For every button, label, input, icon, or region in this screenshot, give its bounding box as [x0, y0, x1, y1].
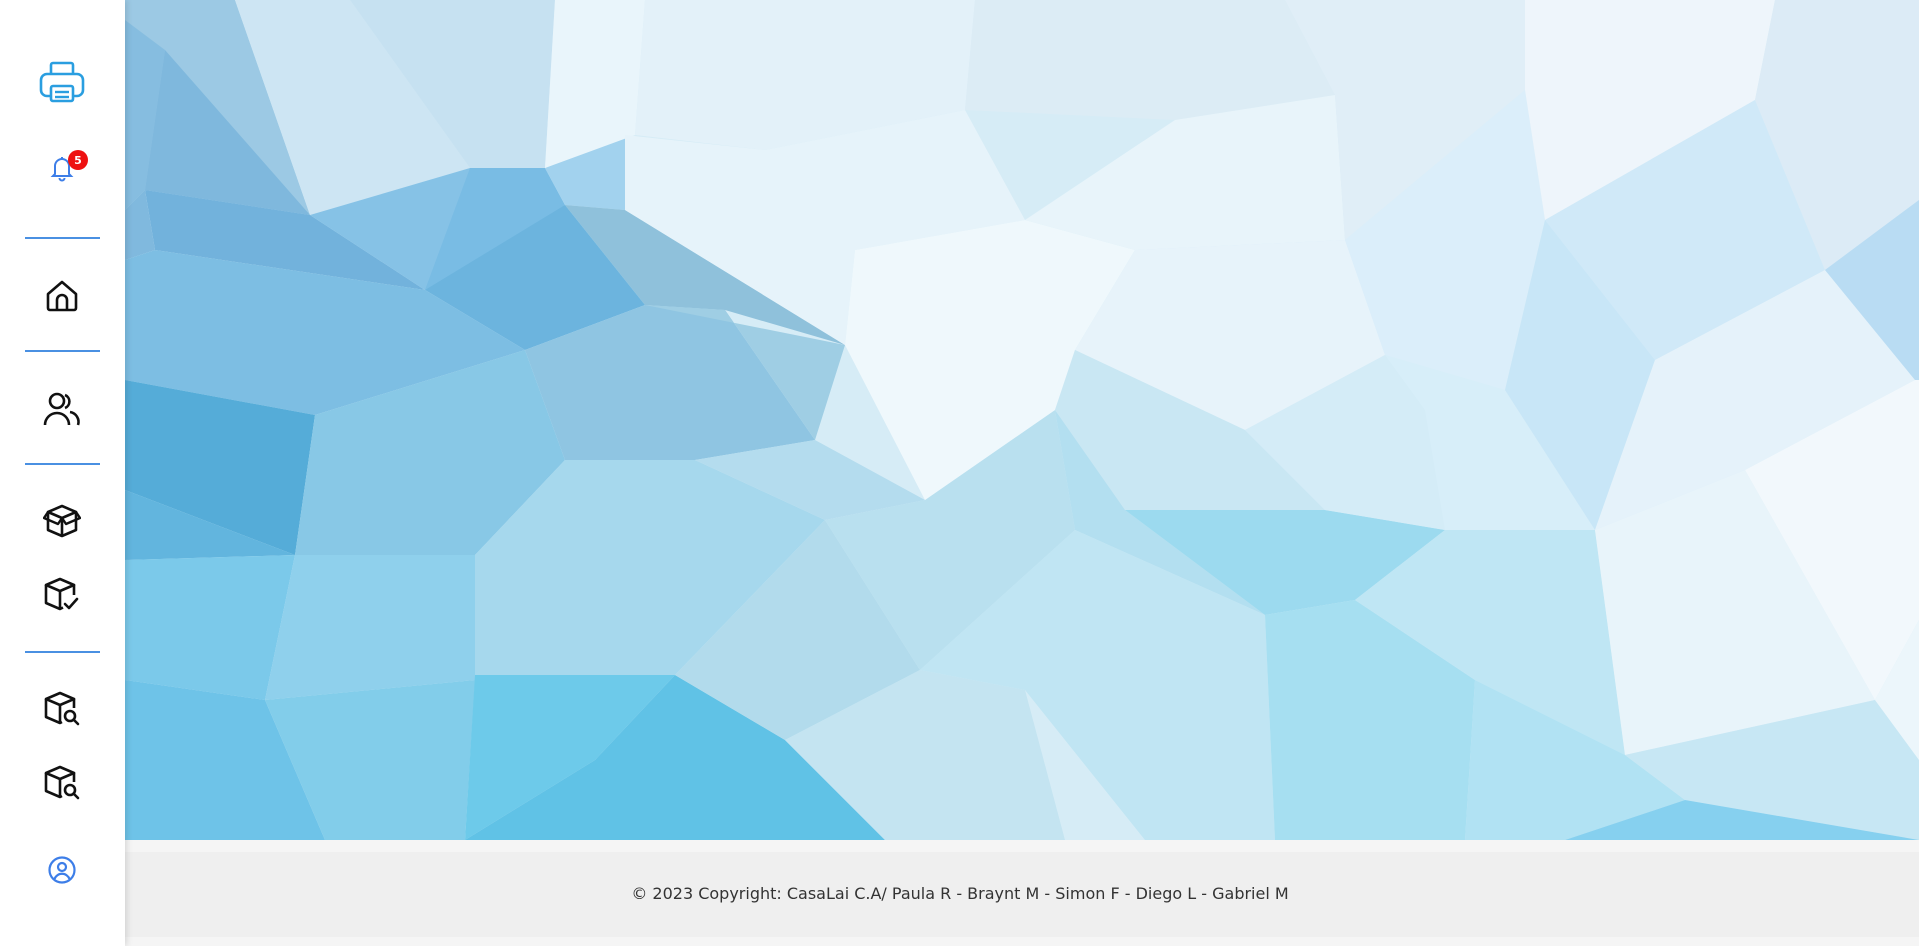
user-profile-button[interactable] — [36, 844, 88, 896]
footer-bottom-strip — [125, 937, 1919, 946]
sidebar-divider — [25, 463, 100, 465]
sidebar-item-home[interactable] — [36, 270, 88, 322]
sidebar: 5 — [0, 0, 125, 946]
notification-count-badge: 5 — [68, 150, 88, 170]
hero-background — [125, 0, 1919, 840]
printer-icon — [37, 57, 87, 107]
home-icon — [44, 278, 80, 314]
box-search-icon — [43, 690, 81, 728]
low-poly-pattern — [125, 0, 1919, 840]
sidebar-divider — [25, 237, 100, 239]
app-root: 5 © 2023 Copyright: CasaLai C.A/ Paula R… — [0, 0, 1919, 946]
users-icon — [43, 390, 81, 428]
copyright-text: © 2023 Copyright: CasaLai C.A/ Paula R -… — [631, 884, 1289, 903]
sidebar-item-search-products[interactable] — [36, 683, 88, 735]
box-search-icon — [43, 764, 81, 802]
footer-top-strip — [125, 840, 1919, 852]
sidebar-item-search-orders[interactable] — [36, 757, 88, 809]
sidebar-divider — [25, 350, 100, 352]
footer: © 2023 Copyright: CasaLai C.A/ Paula R -… — [125, 852, 1919, 937]
notifications-button[interactable]: 5 — [36, 142, 88, 194]
open-box-icon — [43, 502, 81, 540]
sidebar-item-orders[interactable] — [36, 569, 88, 621]
sidebar-item-products[interactable] — [36, 495, 88, 547]
printer-button[interactable] — [36, 56, 88, 108]
user-circle-icon — [47, 855, 77, 885]
box-check-icon — [43, 576, 81, 614]
sidebar-divider — [25, 651, 100, 653]
sidebar-item-users[interactable] — [36, 383, 88, 435]
